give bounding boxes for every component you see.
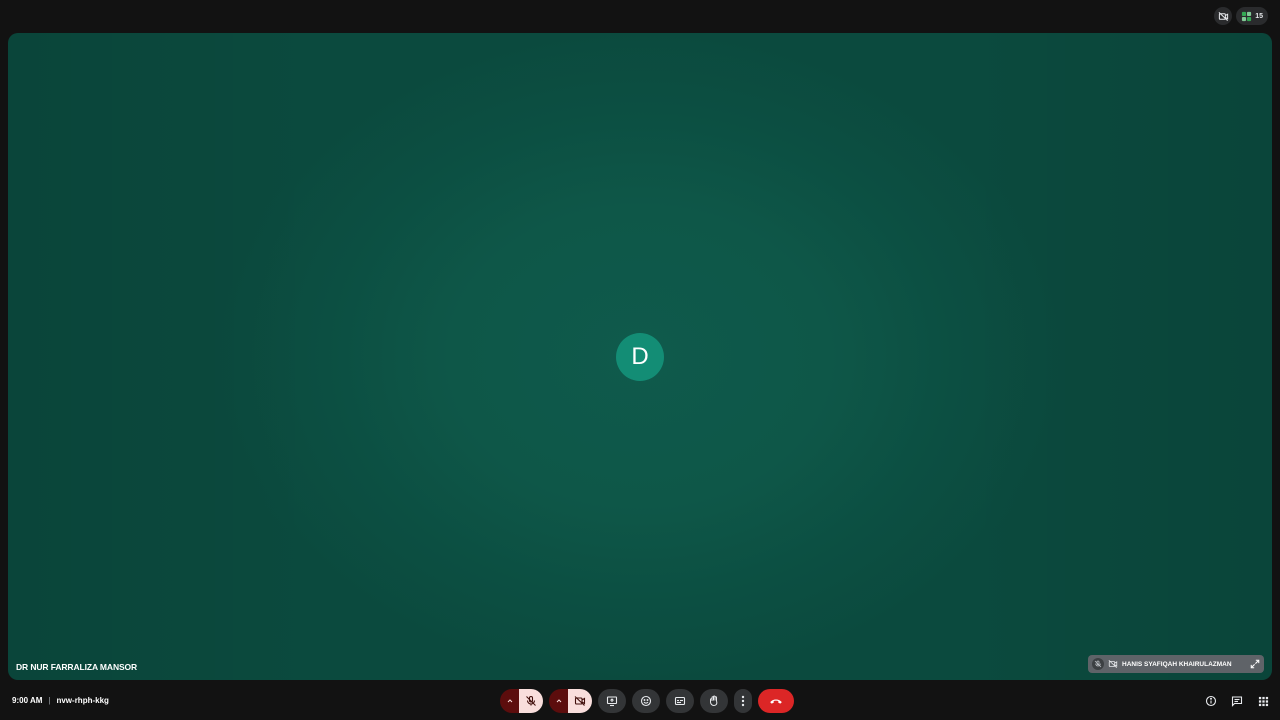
camera-off-icon (574, 695, 586, 707)
self-view-tile[interactable]: HANIS SYAFIQAH KHAIRULAZMAN (1088, 655, 1264, 673)
camera-control-group (549, 689, 592, 713)
mic-toggle-button[interactable] (519, 689, 543, 713)
participant-initial: D (631, 343, 649, 370)
present-screen-icon (606, 695, 618, 707)
camera-off-indicator[interactable] (1214, 7, 1233, 25)
chat-icon (1231, 695, 1243, 707)
expand-icon[interactable] (1250, 659, 1260, 669)
captions-icon (674, 695, 686, 707)
leave-call-button[interactable] (758, 689, 794, 713)
top-bar: 15 (0, 0, 1280, 32)
camera-toggle-button[interactable] (568, 689, 592, 713)
meeting-code[interactable]: nvw-rhph-kkg (56, 696, 108, 705)
more-vert-icon (741, 695, 745, 707)
info-icon (1205, 695, 1217, 707)
camera-off-icon (1218, 11, 1229, 22)
participant-name-label: DR NUR FARRALIZA MANSOR (16, 662, 138, 672)
hand-icon (708, 695, 720, 707)
meeting-details-button[interactable] (1204, 694, 1218, 708)
activities-button[interactable] (1256, 694, 1270, 708)
raise-hand-button[interactable] (700, 689, 728, 713)
meeting-time: 9:00 AM (12, 696, 43, 705)
participant-count: 15 (1255, 12, 1263, 20)
camera-off-icon (1108, 659, 1118, 669)
captions-button[interactable] (666, 689, 694, 713)
participants-indicator[interactable]: 15 (1236, 7, 1268, 25)
more-options-button[interactable] (734, 689, 752, 713)
side-panel-controls (1204, 694, 1270, 708)
bottom-control-bar: 9:00 AM | nvw-rhph-kkg (0, 682, 1280, 720)
apps-grid-icon (1258, 696, 1269, 707)
participant-avatar: D (616, 333, 664, 381)
chevron-up-icon (555, 697, 563, 705)
self-view-name: HANIS SYAFIQAH KHAIRULAZMAN (1122, 660, 1232, 668)
meeting-info: 9:00 AM | nvw-rhph-kkg (12, 696, 109, 705)
chat-button[interactable] (1230, 694, 1244, 708)
mic-off-icon (525, 695, 537, 707)
call-controls (500, 689, 794, 713)
chevron-up-icon (506, 697, 514, 705)
main-video-stage[interactable]: D DR NUR FARRALIZA MANSOR (8, 33, 1272, 680)
smiley-icon (640, 695, 652, 707)
reactions-button[interactable] (632, 689, 660, 713)
meeting-info-separator: | (48, 696, 51, 705)
mic-options-caret[interactable] (500, 689, 519, 713)
mic-off-icon (1092, 658, 1104, 670)
camera-options-caret[interactable] (549, 689, 568, 713)
call-end-icon (769, 697, 783, 705)
people-grid-icon (1241, 11, 1252, 22)
top-status-icons: 15 (1214, 7, 1268, 25)
mic-control-group (500, 689, 543, 713)
present-button[interactable] (598, 689, 626, 713)
